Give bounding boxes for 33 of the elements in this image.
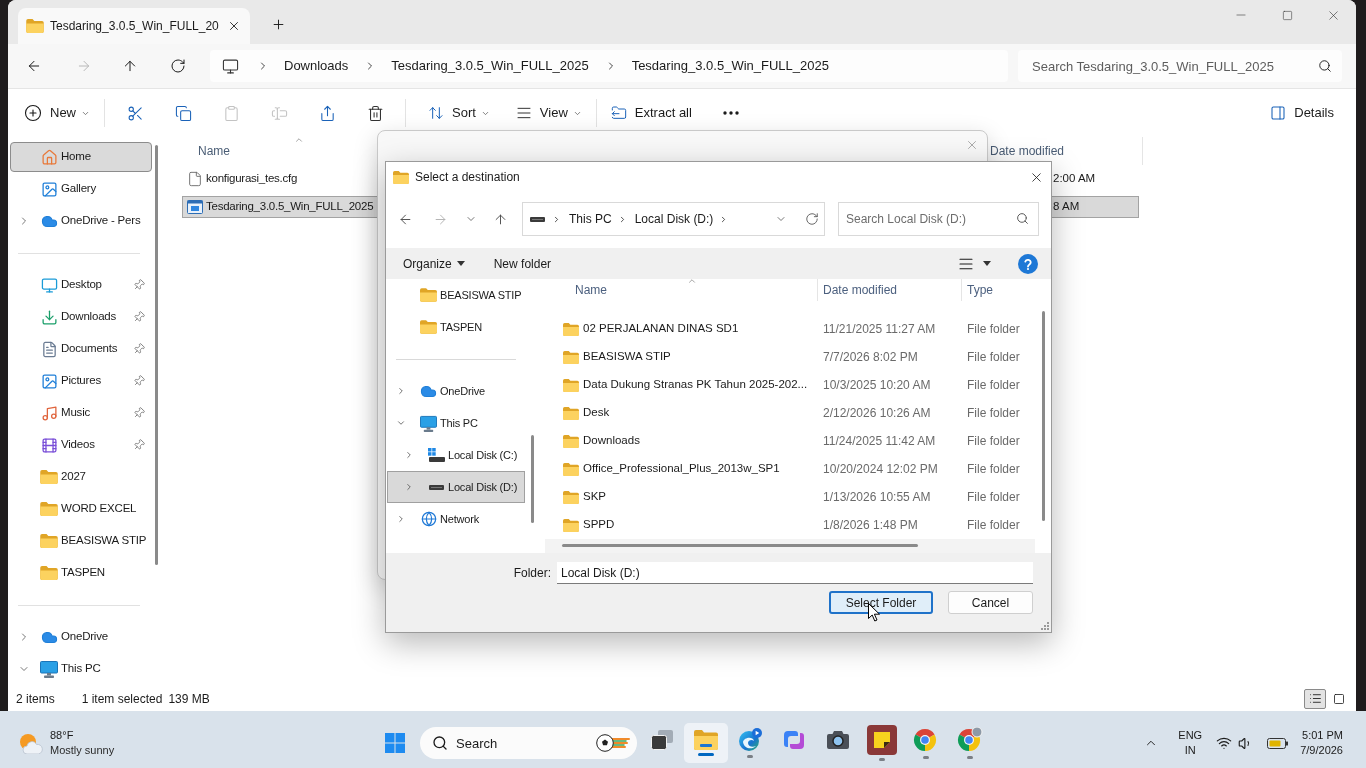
item-type: File folder [967, 462, 1020, 476]
item-type: File folder [967, 490, 1020, 504]
selection-size: 139 MB [168, 690, 210, 708]
modified-date: 11/21/2025 11:27 AM [823, 322, 936, 336]
file-name: konfigurasi_tes.cfg [206, 171, 298, 187]
folder-name: 02 PERJALANAN DINAS SD1 [583, 321, 739, 337]
folder-name: SKP [583, 489, 606, 505]
modified-date: 10/3/2025 10:20 AM [823, 378, 931, 392]
folder-name: BEASISWA STIP [583, 349, 671, 365]
item-type: File folder [967, 518, 1020, 532]
selection-status: 1 item selected [81, 690, 163, 708]
folder-name: Downloads [583, 433, 640, 449]
item-type: File folder [967, 406, 1020, 420]
modified-date: 1/13/2026 10:55 AM [823, 490, 931, 504]
item-type: File folder [967, 322, 1020, 336]
modified-date: 1/8/2026 1:48 PM [823, 518, 918, 532]
folder-label: Folder: [513, 565, 551, 582]
folder-name: Office_Professional_Plus_2013w_SP1 [583, 461, 780, 477]
dialog-title: Select a destination [415, 169, 520, 186]
file-name: Tesdaring_3.0.5_Win_FULL_2025 [206, 199, 374, 215]
item-type: File folder [967, 350, 1020, 364]
item-type: File folder [967, 434, 1020, 448]
modified-date: 2:00 AM [1053, 171, 1096, 187]
item-count: 2 items [16, 690, 55, 708]
modified-date: 8 AM [1053, 199, 1080, 215]
modified-date: 10/20/2024 12:02 PM [823, 462, 938, 476]
modified-date: 11/24/2025 11:42 AM [823, 434, 936, 448]
folder-name: Desk [583, 405, 610, 421]
item-type: File folder [967, 378, 1020, 392]
folder-name: SPPD [583, 517, 615, 533]
modified-date: 7/7/2026 8:02 PM [823, 350, 918, 364]
folder-name: Data Dukung Stranas PK Tahun 2025-202... [583, 377, 808, 393]
modified-date: 2/12/2026 10:26 AM [823, 406, 931, 420]
